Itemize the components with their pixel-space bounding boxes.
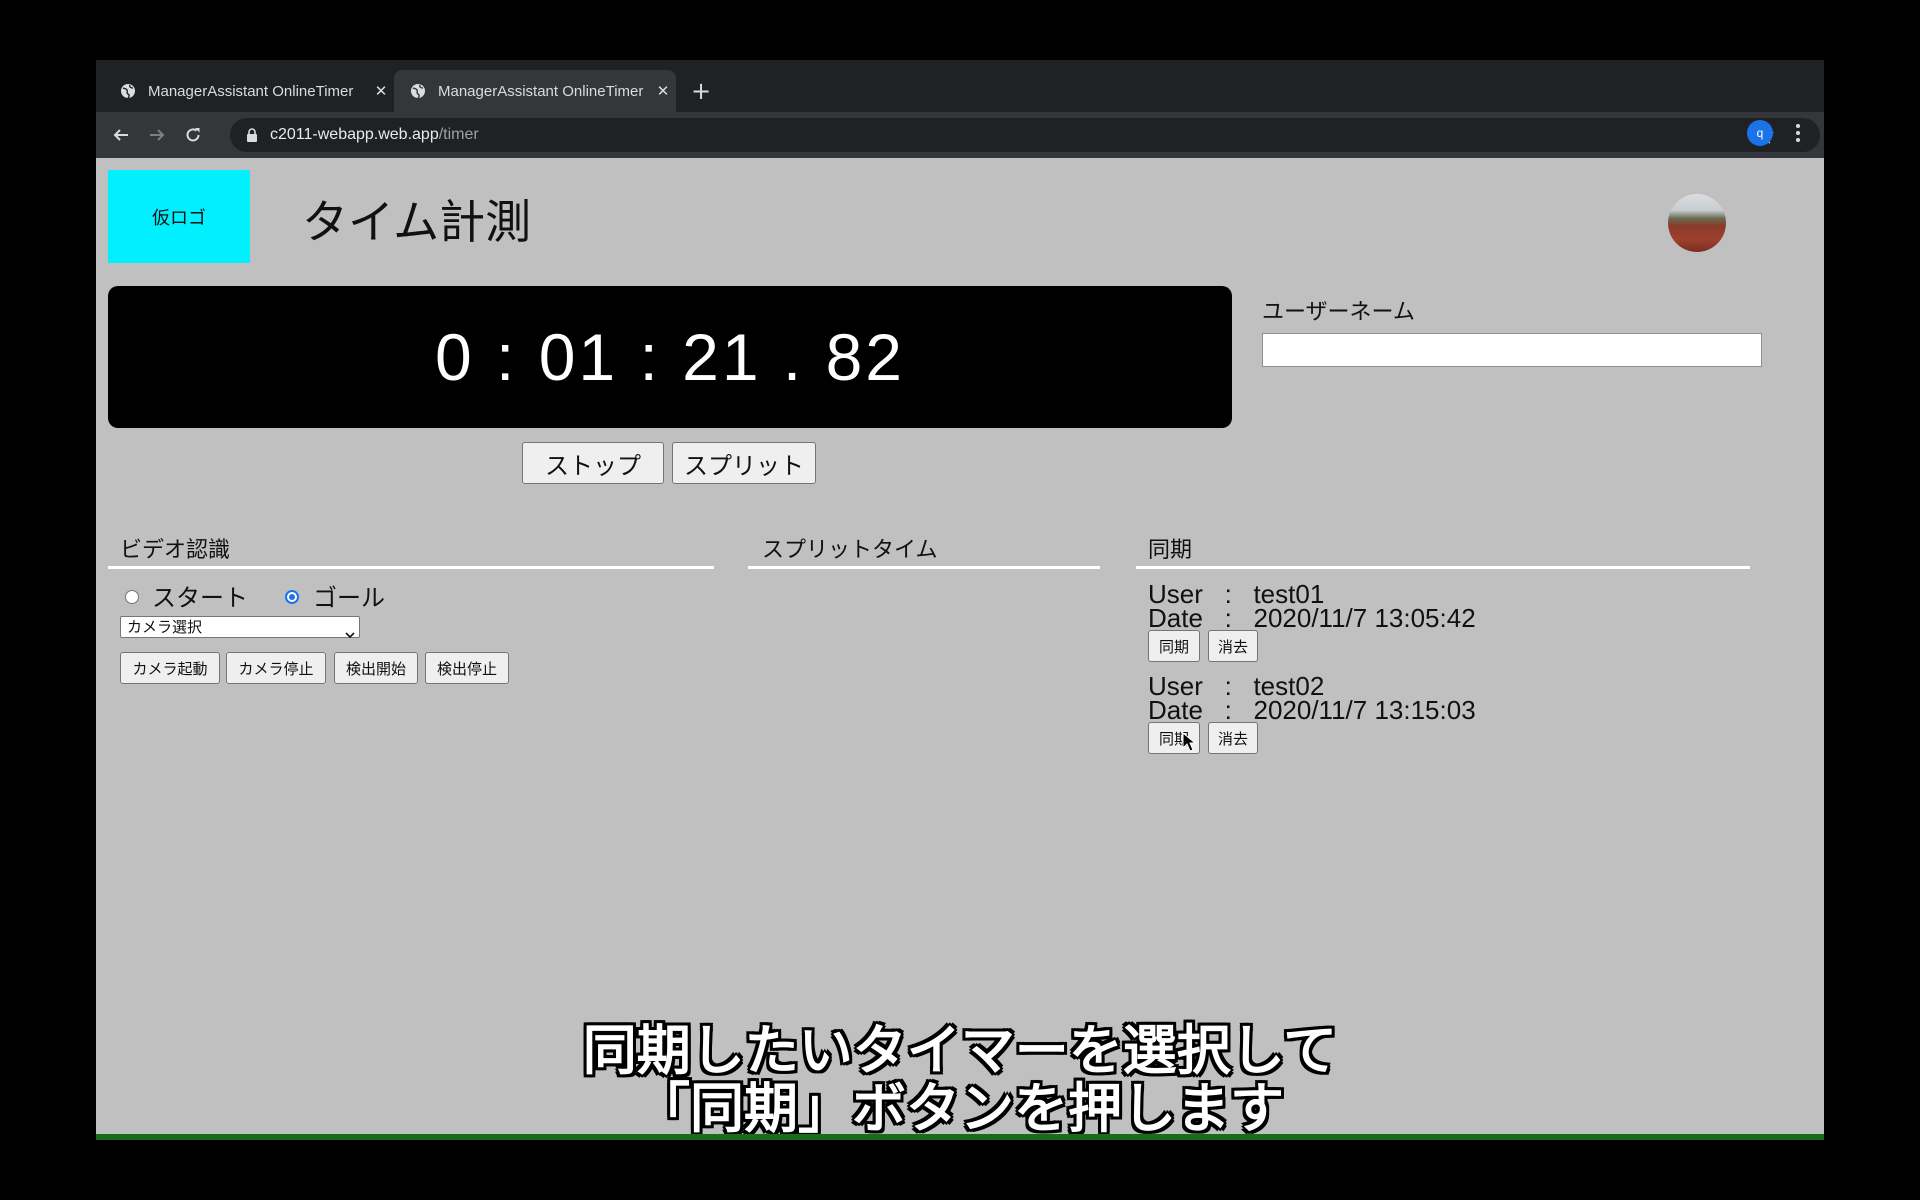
camera-stop-button[interactable]: カメラ停止: [226, 652, 326, 684]
sync-date: Date : 2020/11/7 13:05:42: [1148, 603, 1476, 633]
timer-page: 仮ロゴ タイム計測 0 : 01 : 21 . 82 ユーザーネーム ストップ …: [96, 158, 1824, 1140]
caption-line-1: 同期したいタイマーを選択して: [582, 1019, 1338, 1082]
mouse-cursor-icon: [1182, 731, 1197, 752]
delete-button[interactable]: 消去: [1208, 722, 1258, 754]
globe-icon: [120, 83, 136, 99]
camera-select[interactable]: カメラ選択: [120, 616, 360, 639]
stop-button[interactable]: ストップ: [522, 442, 664, 484]
address-bar[interactable]: c2011-webapp.web.app/timer: [230, 118, 1820, 152]
caption-line-2: 「同期」ボタンを押します: [636, 1077, 1284, 1140]
logo: 仮ロゴ: [108, 170, 250, 263]
username-label: ユーザーネーム: [1262, 300, 1415, 325]
divider: [108, 566, 714, 569]
radio-start[interactable]: [125, 590, 139, 604]
timer-value: 0 : 01 : 21 . 82: [435, 320, 905, 394]
divider: [748, 566, 1100, 569]
detect-stop-button[interactable]: 検出停止: [425, 652, 509, 684]
reload-icon[interactable]: [178, 120, 208, 150]
sync-section-title: 同期: [1148, 538, 1193, 563]
video-section-title: ビデオ認識: [120, 538, 231, 563]
sync-date: Date : 2020/11/7 13:15:03: [1148, 695, 1476, 725]
back-icon[interactable]: [106, 120, 136, 150]
browser-window: ManagerAssistant OnlineTimer ✕ ManagerAs…: [96, 60, 1824, 1140]
globe-icon: [410, 83, 426, 99]
radio-goal-label: ゴール: [313, 584, 385, 612]
forward-icon[interactable]: [142, 120, 172, 150]
close-icon[interactable]: ✕: [368, 82, 394, 100]
divider: [1136, 566, 1750, 569]
url-host: c2011-webapp.web.app: [270, 126, 439, 143]
new-tab-button[interactable]: +: [686, 76, 716, 106]
radio-goal[interactable]: [285, 590, 299, 604]
lock-icon: [246, 128, 260, 142]
camera-start-button[interactable]: カメラ起動: [120, 652, 220, 684]
radio-start-label: スタート: [152, 584, 248, 612]
user-avatar[interactable]: [1668, 194, 1726, 252]
bottom-bar: [96, 1134, 1824, 1140]
timer-display: 0 : 01 : 21 . 82: [108, 286, 1232, 428]
tab-timer-1[interactable]: ManagerAssistant OnlineTimer ✕: [104, 70, 394, 112]
tab-timer-2[interactable]: ManagerAssistant OnlineTimer ✕: [394, 70, 676, 112]
tab-title: ManagerAssistant OnlineTimer: [438, 82, 644, 100]
tab-bar: ManagerAssistant OnlineTimer ✕ ManagerAs…: [96, 60, 1824, 112]
browser-toolbar: c2011-webapp.web.app/timer q: [96, 112, 1824, 158]
split-section-title: スプリットタイム: [762, 538, 938, 563]
delete-button[interactable]: 消去: [1208, 630, 1258, 662]
logo-text: 仮ロゴ: [152, 207, 206, 229]
detect-start-button[interactable]: 検出開始: [334, 652, 418, 684]
tab-title: ManagerAssistant OnlineTimer: [148, 82, 354, 100]
subtitle-caption: 同期したいタイマーを選択して 「同期」ボタンを押します: [96, 1022, 1824, 1138]
camera-select-value: カメラ選択: [127, 618, 203, 636]
sync-button[interactable]: 同期: [1148, 630, 1200, 662]
profile-avatar[interactable]: q: [1747, 120, 1773, 146]
menu-icon[interactable]: [1788, 120, 1808, 146]
page-title: タイム計測: [302, 195, 532, 249]
chevron-down-icon: [345, 624, 355, 644]
split-button[interactable]: スプリット: [672, 442, 816, 484]
url-path: /timer: [438, 126, 479, 143]
username-input[interactable]: [1262, 333, 1762, 367]
close-icon[interactable]: ✕: [650, 82, 676, 100]
